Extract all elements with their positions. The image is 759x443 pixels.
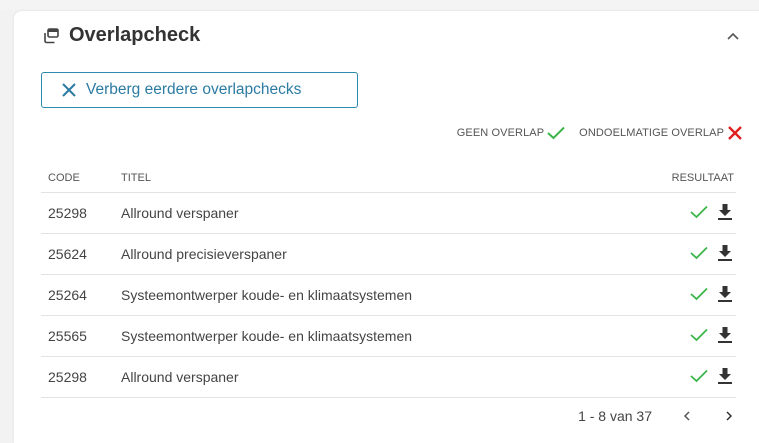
table-row: 25624 Allround precisieverspaner — [41, 233, 736, 275]
close-icon — [62, 83, 76, 97]
row-title: Allround precisieverspaner — [121, 233, 614, 275]
row-code: 25624 — [41, 233, 121, 275]
row-result — [614, 356, 736, 398]
page-title: Overlapcheck — [69, 24, 201, 46]
chevron-right-icon[interactable] — [722, 409, 736, 423]
hide-previous-overlapchecks-button[interactable]: Verberg eerdere overlapchecks — [41, 72, 358, 108]
row-result — [614, 233, 736, 275]
table-header-row: CODE TITEL RESULTAAT — [41, 163, 736, 193]
pagination: 1 - 8 van 37 — [41, 399, 736, 433]
result-legend: GEEN OVERLAP ONDOELMATIGE OVERLAP — [457, 123, 743, 143]
row-result — [614, 315, 736, 357]
table-row: 25264 Systeemontwerper koude- en klimaat… — [41, 274, 736, 316]
cross-icon — [728, 126, 742, 140]
row-code: 25298 — [41, 356, 121, 398]
legend-no-overlap-label: GEEN OVERLAP — [456, 127, 545, 139]
row-result — [614, 274, 736, 316]
overlap-icon — [44, 28, 59, 44]
card-header: Overlapcheck — [14, 11, 759, 63]
column-header-result: RESULTAAT — [614, 163, 736, 193]
table-row: 25298 Allround verspaner — [41, 192, 736, 234]
check-icon — [690, 246, 708, 260]
check-icon — [690, 328, 708, 342]
check-icon — [690, 205, 708, 219]
row-title: Systeemontwerper koude- en klimaatsystem… — [121, 315, 614, 357]
download-icon[interactable] — [718, 204, 732, 220]
row-title: Allround verspaner — [121, 356, 614, 398]
pagination-range: 1 - 8 van 37 — [578, 408, 652, 424]
check-icon — [690, 369, 708, 383]
check-icon — [690, 287, 708, 301]
row-code: 25298 — [41, 192, 121, 234]
table-row: 25565 Systeemontwerper koude- en klimaat… — [41, 315, 736, 357]
column-header-code: CODE — [41, 163, 121, 193]
row-result — [614, 192, 736, 234]
check-icon — [547, 126, 565, 140]
download-icon[interactable] — [718, 368, 732, 384]
download-icon[interactable] — [718, 245, 732, 261]
legend-improper-overlap-label: ONDOELMATIGE OVERLAP — [579, 127, 724, 139]
row-title: Systeemontwerper koude- en klimaatsystem… — [121, 274, 614, 316]
download-icon[interactable] — [718, 286, 732, 302]
chevron-left-icon[interactable] — [680, 409, 694, 423]
overlap-table: CODE TITEL RESULTAAT 25298 Allround vers… — [41, 163, 736, 398]
row-code: 25264 — [41, 274, 121, 316]
column-header-title: TITEL — [121, 163, 614, 193]
legend-no-overlap: GEEN OVERLAP — [457, 126, 565, 140]
row-code: 25565 — [41, 315, 121, 357]
top-strip — [0, 0, 759, 10]
legend-improper-overlap: ONDOELMATIGE OVERLAP — [579, 125, 743, 141]
overlapcheck-card: Overlapcheck Verberg eerdere overlapchec… — [14, 11, 759, 443]
download-icon[interactable] — [718, 327, 732, 343]
hide-button-label: Verberg eerdere overlapchecks — [86, 81, 302, 98]
chevron-up-icon[interactable] — [725, 29, 741, 43]
table-row: 25298 Allround verspaner — [41, 356, 736, 398]
row-title: Allround verspaner — [121, 192, 614, 234]
